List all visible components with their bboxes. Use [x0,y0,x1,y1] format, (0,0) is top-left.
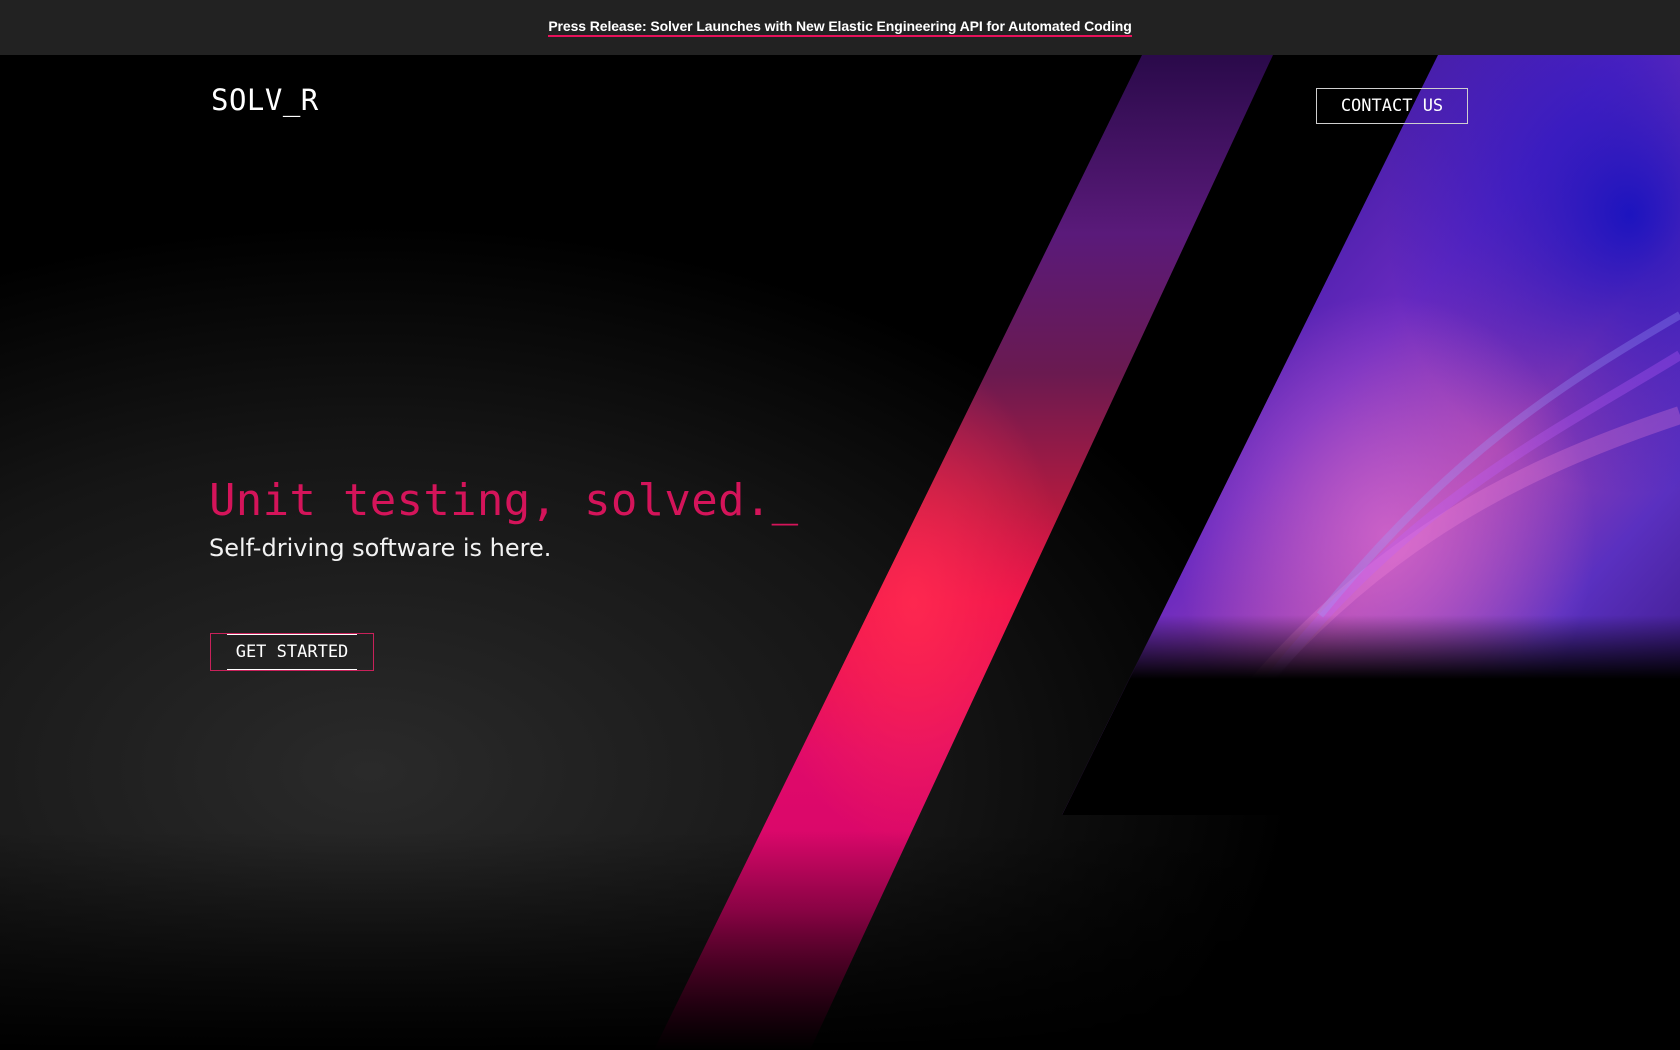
announcement-bar: Press Release: Solver Launches with New … [0,0,1680,55]
button-accent-line [227,634,357,635]
hero-subheadline: Self-driving software is here. [209,534,552,562]
hero-headline: Unit testing, solved._ [209,475,799,526]
contact-us-button[interactable]: CONTACT US [1316,88,1468,124]
button-accent-line [227,669,357,670]
hero-section: SOLV_R CONTACT US Unit testing, solved._… [0,55,1680,1050]
page: Press Release: Solver Launches with New … [0,0,1680,1050]
get-started-button[interactable]: GET STARTED [210,633,374,671]
get-started-label: GET STARTED [235,642,349,662]
press-release-link[interactable]: Press Release: Solver Launches with New … [548,18,1132,37]
logo[interactable]: SOLV_R [211,83,319,117]
